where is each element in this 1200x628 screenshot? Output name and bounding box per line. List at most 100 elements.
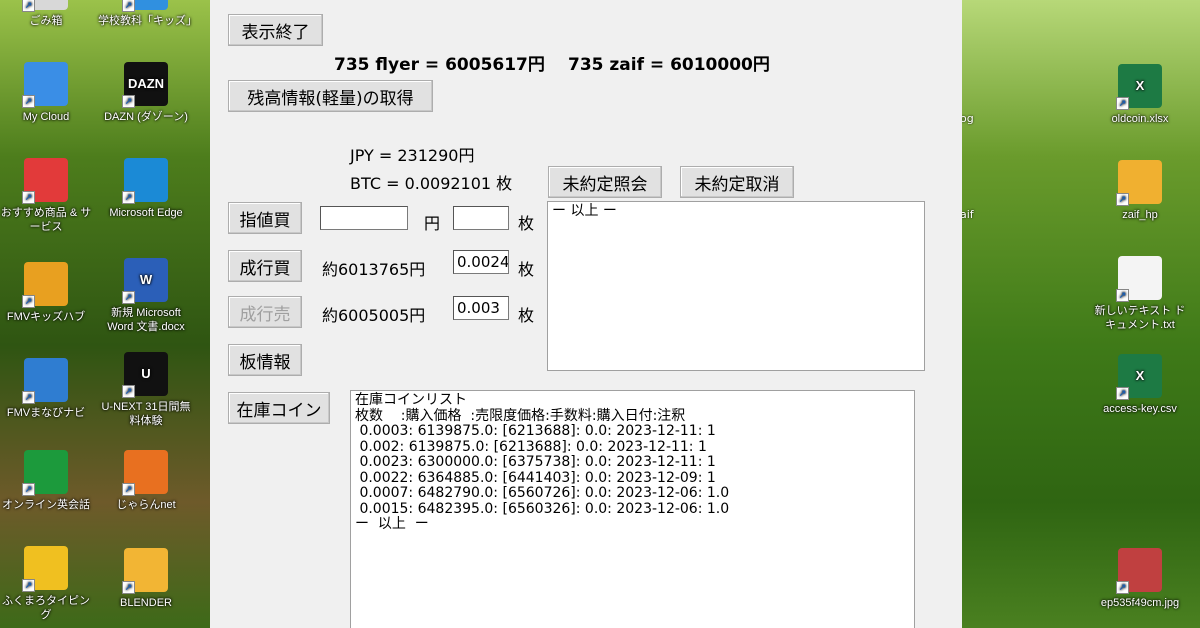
cancel-orders-button[interactable]: 未約定取消 [680,166,794,198]
shortcut-icon: X↗ [1118,64,1162,108]
desktop-shortcut[interactable]: DAZN↗DAZN (ダゾーン) [98,62,194,124]
shortcut-icon: ↗ [124,450,168,494]
desktop-shortcut[interactable]: W↗新規 Microsoft Word 文書.docx [98,258,194,334]
shortcut-icon: ↗ [24,158,68,202]
shortcut-label: ごみ箱 [0,14,94,28]
desktop-partial-label: aif [960,208,974,221]
inventory-line: 0.0023: 6300000.0: [6375738]: 0.0: 2023-… [355,455,910,471]
shortcut-icon: X↗ [1118,354,1162,398]
shortcut-label: access-key.csv [1092,402,1188,416]
shortcut-icon: ↗ [24,546,68,590]
shortcut-label: FMVキッズハブ [0,310,94,324]
desktop-shortcut[interactable]: X↗ oldcoin.xlsx [1092,64,1188,126]
open-orders-button[interactable]: 未約定照会 [548,166,662,198]
desktop-shortcut[interactable]: ↗ FMVキッズハブ [0,262,94,324]
market-sell-estimate: 約6005005円 [322,302,425,326]
yen-unit-label: 円 [424,210,440,234]
market-sell-amount-input[interactable]: 0.003 [453,296,509,320]
market-sell-button[interactable]: 成行売 [228,296,302,328]
shortcut-arrow-icon: ↗ [122,385,135,398]
inventory-line: 在庫コインリスト [355,393,910,409]
inventory-line: 0.002: 6139875.0: [6213688]: 0.0: 2023-1… [355,440,910,456]
inventory-textarea[interactable]: 在庫コインリスト枚数 :購入価格 :売限度価格:手数料:購入日付:注釈 0.00… [350,390,915,628]
shortcut-icon: ↗ [124,0,168,10]
shortcut-icon: ↗ [24,0,68,10]
shortcut-arrow-icon: ↗ [22,191,35,204]
desktop-shortcut[interactable]: ↗ ごみ箱 [0,0,94,28]
shortcut-glyph: U [141,367,150,381]
btc-balance: BTC = 0.0092101 枚 [350,170,512,194]
desktop-shortcut[interactable]: U↗U-NEXT 31日間無料体験 [98,352,194,428]
shortcut-label: オンライン英会話 [0,498,94,512]
shortcut-icon: ↗ [24,358,68,402]
shortcut-icon: ↗ [24,262,68,306]
inventory-coin-button[interactable]: 在庫コイン [228,392,330,424]
shortcut-glyph: X [1136,369,1145,383]
inventory-line: 0.0022: 6364885.0: [6441403]: 0.0: 2023-… [355,471,910,487]
shortcut-arrow-icon: ↗ [22,295,35,308]
desktop-shortcut[interactable]: ↗ オンライン英会話 [0,450,94,512]
trading-app-window: 表示終了 735 flyer = 6005617円 735 zaif = 601… [210,0,962,628]
shortcut-label: おすすめ商品 & サービス [0,206,94,234]
desktop-partial-label: og [960,112,974,125]
limit-price-input[interactable] [320,206,408,230]
desktop-shortcut[interactable]: ↗ じゃらんnet [98,450,194,512]
shortcut-arrow-icon: ↗ [122,483,135,496]
amount-unit-label: 枚 [518,256,534,280]
shortcut-label: 新規 Microsoft Word 文書.docx [98,306,194,334]
shortcut-arrow-icon: ↗ [1116,193,1129,206]
desktop-shortcut[interactable]: X↗ access-key.csv [1092,354,1188,416]
desktop-shortcut[interactable]: ↗ Microsoft Edge [98,158,194,220]
shortcut-label: My Cloud [0,110,94,124]
flyer-price: 735 flyer = 6005617円 [334,50,545,75]
shortcut-arrow-icon: ↗ [122,0,135,12]
shortcut-arrow-icon: ↗ [1116,97,1129,110]
desktop-shortcut[interactable]: ↗ zaif_hp [1092,160,1188,222]
shortcut-label: zaif_hp [1092,208,1188,222]
inventory-line: 0.0015: 6482395.0: [6560326]: 0.0: 2023-… [355,502,910,518]
desktop-shortcut[interactable]: ↗ ふくまろタイピング [0,546,94,622]
shortcut-label: Microsoft Edge [98,206,194,220]
end-display-button[interactable]: 表示終了 [228,14,323,46]
shortcut-arrow-icon: ↗ [122,291,135,304]
get-balance-button[interactable]: 残高情報(軽量)の取得 [228,80,433,112]
shortcut-label: 新しいテキスト ドキュメント.txt [1092,304,1188,332]
shortcut-icon: ↗ [124,548,168,592]
shortcut-label: ふくまろタイピング [0,594,94,622]
shortcut-icon: ↗ [124,158,168,202]
amount-unit-label: 枚 [518,210,534,234]
orderbook-button[interactable]: 板情報 [228,344,302,376]
desktop-shortcut[interactable]: ↗学校教科「キッズ」 [98,0,194,28]
limit-amount-input[interactable] [453,206,509,230]
shortcut-icon: ↗ [1118,548,1162,592]
inventory-line: 0.0003: 6139875.0: [6213688]: 0.0: 2023-… [355,424,910,440]
shortcut-arrow-icon: ↗ [22,391,35,404]
shortcut-icon: ↗ [1118,256,1162,300]
desktop-shortcut[interactable]: ↗FMVまなびナビ [0,358,94,420]
shortcut-icon: W↗ [124,258,168,302]
shortcut-label: U-NEXT 31日間無料体験 [98,400,194,428]
market-buy-button[interactable]: 成行買 [228,250,302,282]
desktop-shortcut[interactable]: ↗ep535f49cm.jpg [1092,548,1188,610]
desktop-shortcut[interactable]: ↗ My Cloud [0,62,94,124]
shortcut-icon: DAZN↗ [124,62,168,106]
inventory-line: 枚数 :購入価格 :売限度価格:手数料:購入日付:注釈 [355,409,910,425]
desktop-shortcut[interactable]: ↗ 新しいテキスト ドキュメント.txt [1092,256,1188,332]
shortcut-arrow-icon: ↗ [22,95,35,108]
market-buy-amount-input[interactable]: 0.0024 [453,250,509,274]
orders-result-textarea[interactable]: ー 以上 ー [547,201,925,371]
shortcut-icon: ↗ [24,62,68,106]
shortcut-arrow-icon: ↗ [122,191,135,204]
desktop-shortcut[interactable]: ↗ おすすめ商品 & サービス [0,158,94,234]
shortcut-glyph: DAZN [128,77,164,91]
shortcut-arrow-icon: ↗ [1116,581,1129,594]
shortcut-label: じゃらんnet [98,498,194,512]
shortcut-arrow-icon: ↗ [122,581,135,594]
shortcut-icon: ↗ [1118,160,1162,204]
desktop-shortcut[interactable]: ↗BLENDER [98,548,194,610]
shortcut-glyph: W [140,273,152,287]
shortcut-icon: U↗ [124,352,168,396]
shortcut-label: oldcoin.xlsx [1092,112,1188,126]
limit-buy-button[interactable]: 指値買 [228,202,302,234]
shortcut-icon: ↗ [24,450,68,494]
